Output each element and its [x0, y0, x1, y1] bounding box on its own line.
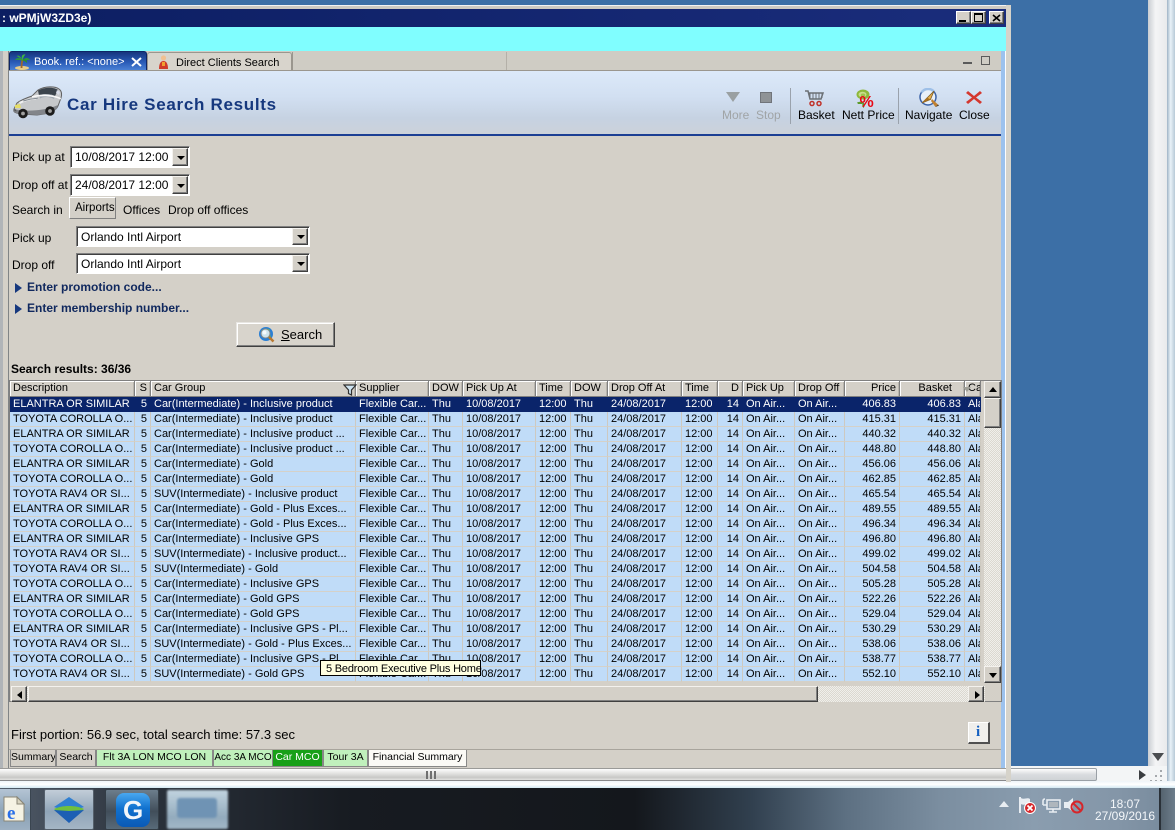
svg-text:e: e: [7, 803, 15, 822]
svg-text:%: %: [860, 94, 874, 109]
